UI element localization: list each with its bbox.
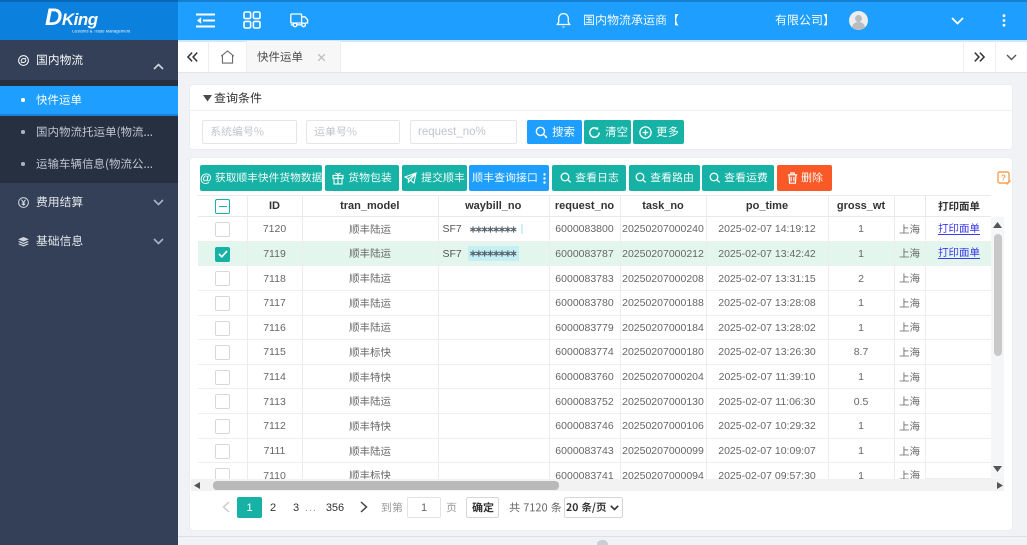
svg-text:?: ? bbox=[1001, 174, 1006, 183]
